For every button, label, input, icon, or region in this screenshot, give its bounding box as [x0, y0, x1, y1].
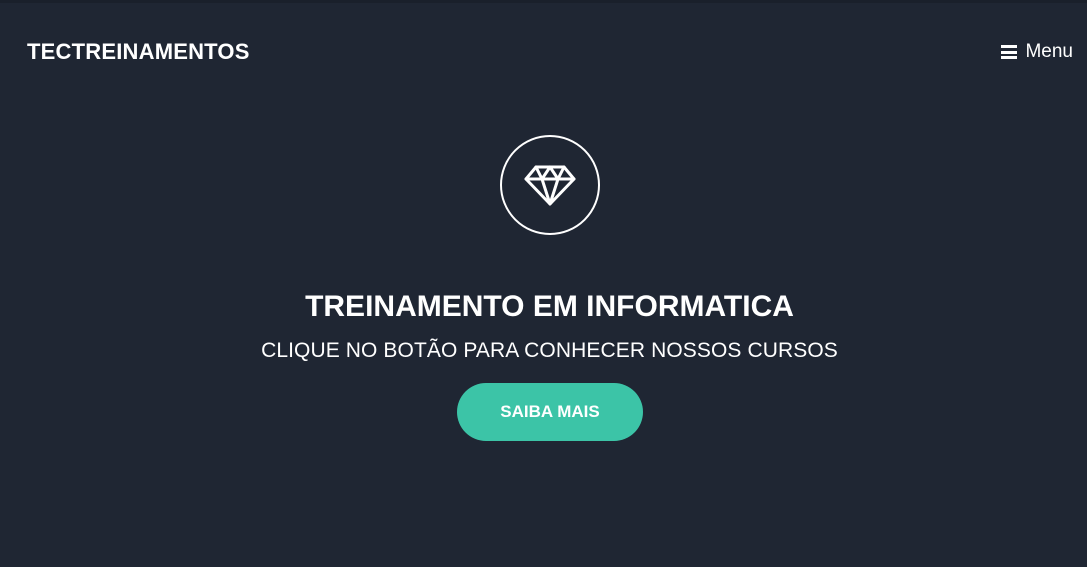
menu-label: Menu: [1025, 41, 1073, 62]
page: TECTREINAMENTOS Menu TREINAMENTO EM INFO…: [0, 0, 1087, 567]
diamond-icon-circle: [500, 135, 600, 235]
hero-title: TREINAMENTO EM INFORMATICA: [305, 290, 794, 323]
hero-section: TREINAMENTO EM INFORMATICA CLIQUE NO BOT…: [0, 135, 1087, 441]
diamond-icon: [524, 165, 576, 206]
saiba-mais-button[interactable]: SAIBA MAIS: [457, 383, 643, 441]
hero-subtitle: CLIQUE NO BOTÃO PARA CONHECER NOSSOS CUR…: [261, 339, 838, 362]
navbar: TECTREINAMENTOS Menu: [0, 0, 1087, 104]
brand-link[interactable]: TECTREINAMENTOS: [27, 38, 250, 66]
hamburger-icon: [1001, 45, 1018, 59]
menu-toggle-button[interactable]: Menu: [1001, 38, 1073, 66]
